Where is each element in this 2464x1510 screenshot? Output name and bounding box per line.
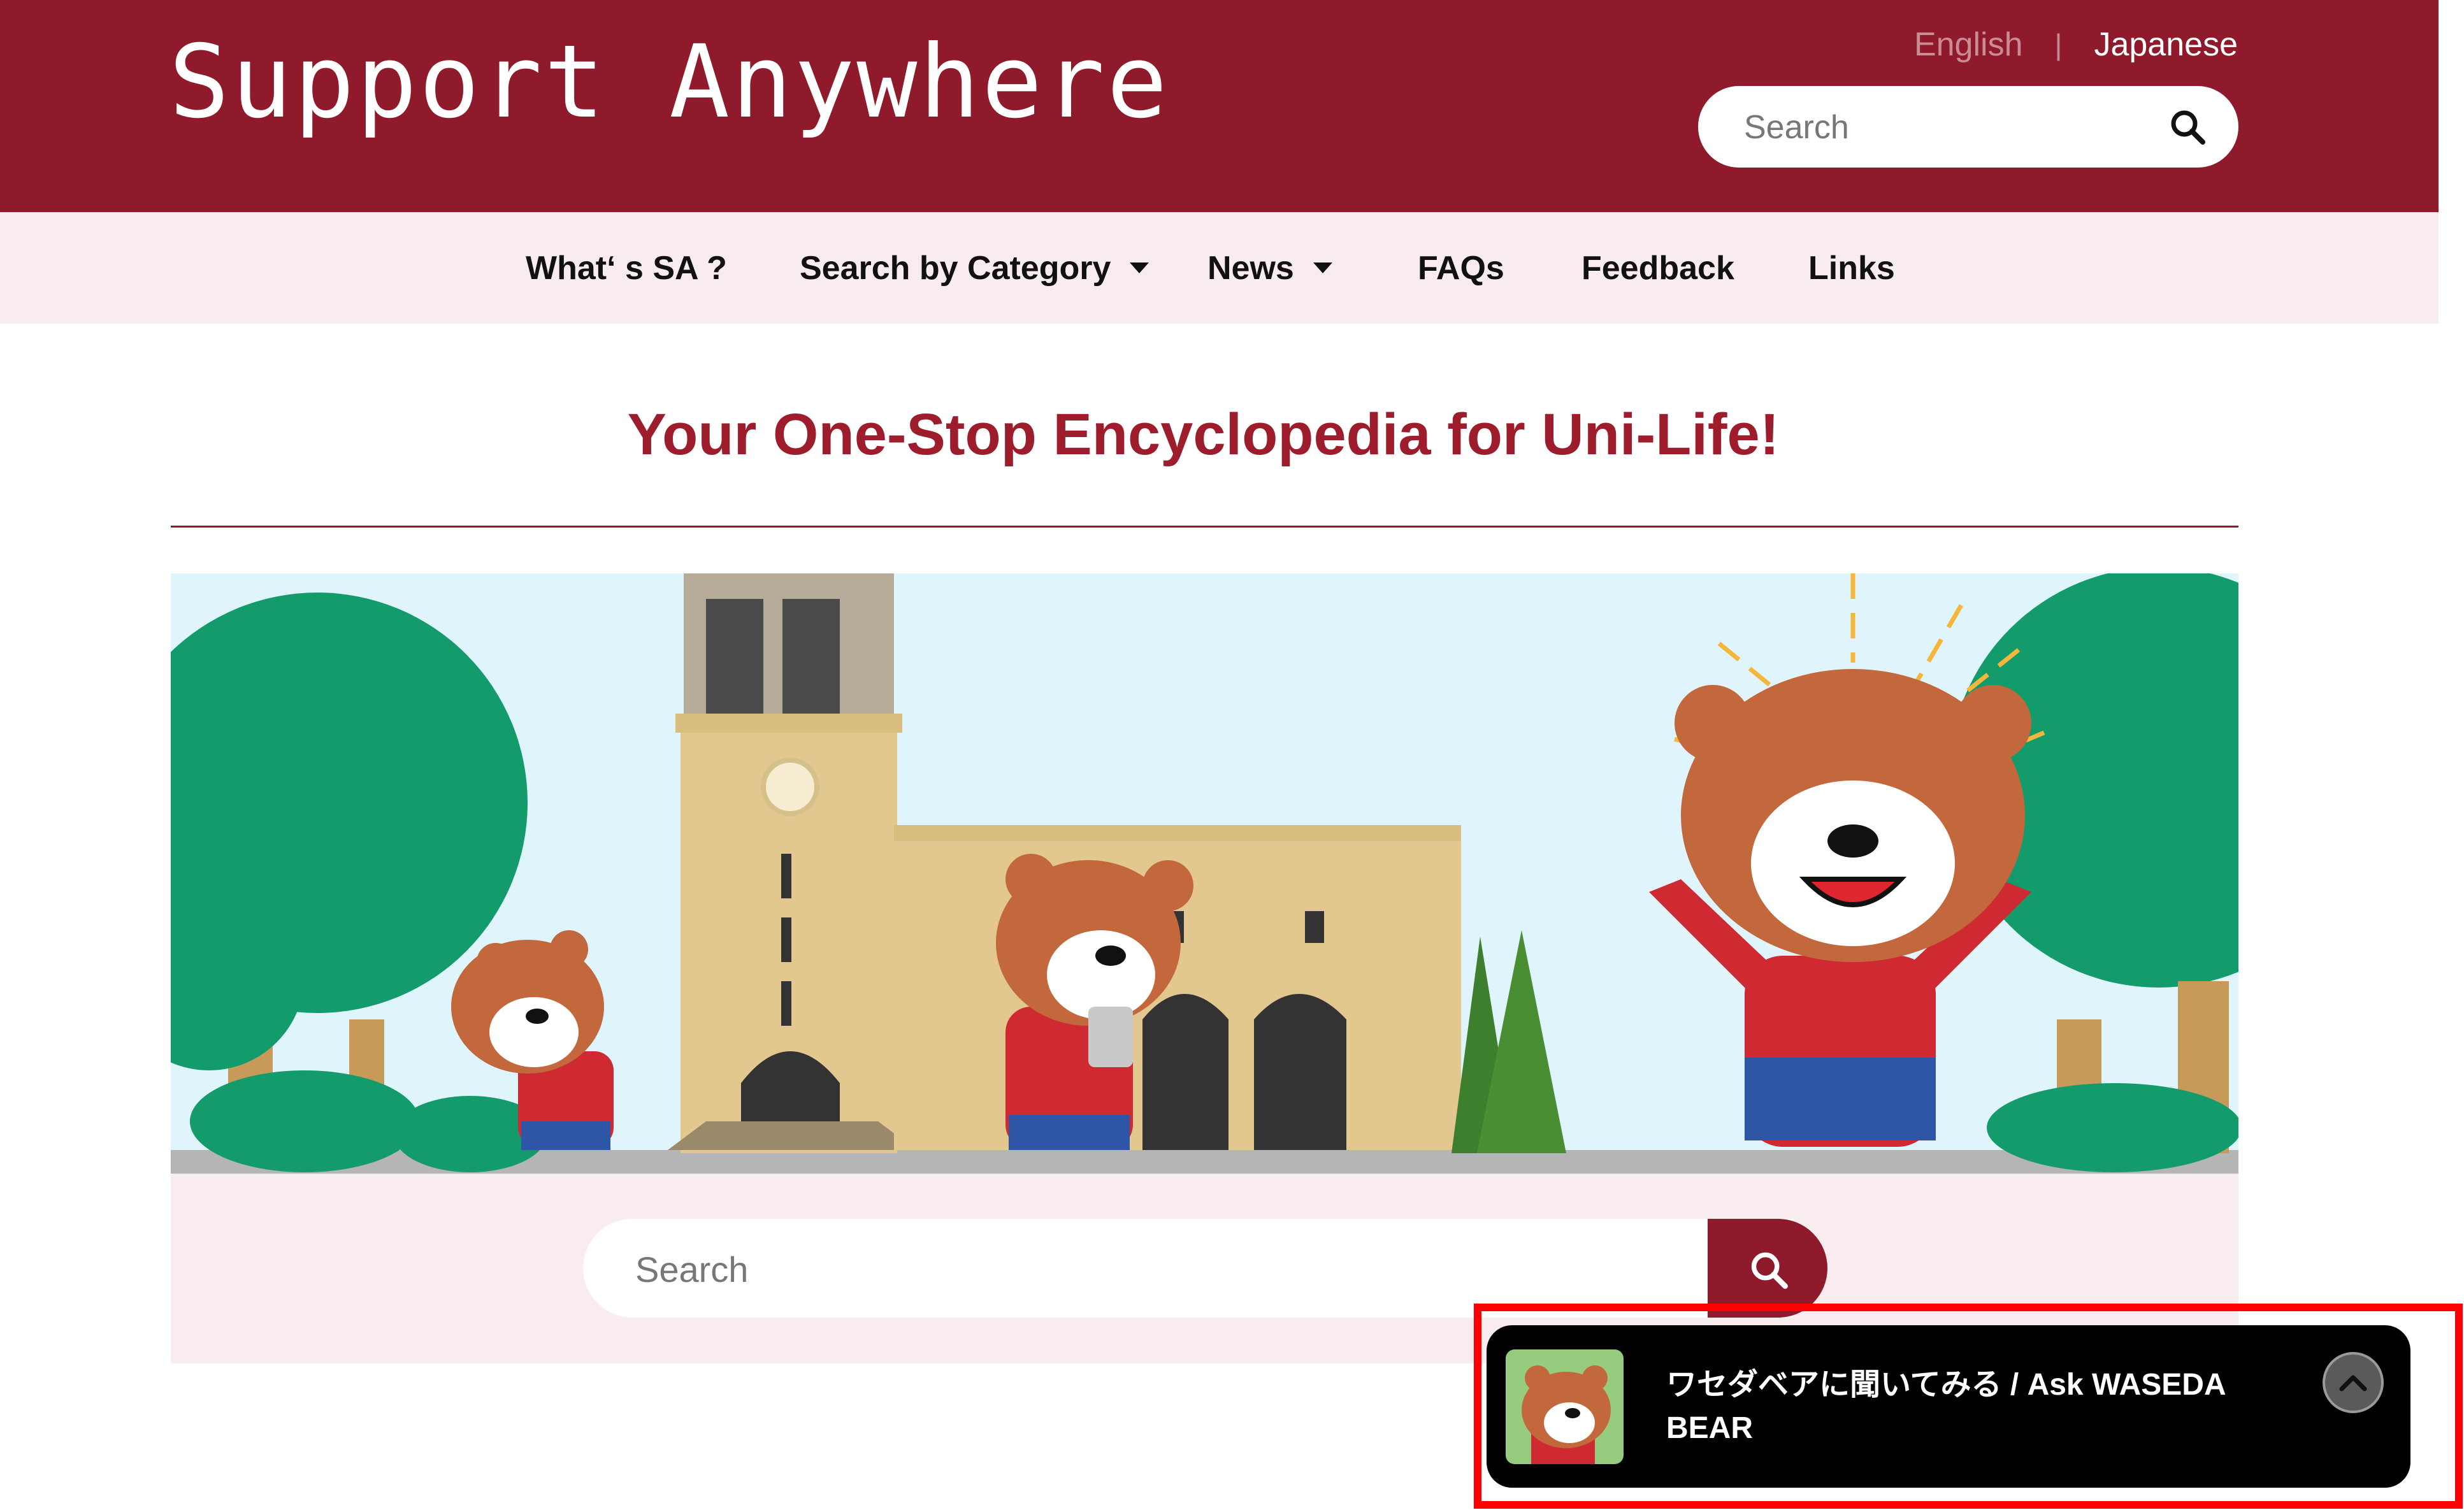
language-switcher: English | Japanese — [1914, 25, 2238, 64]
bear-avatar-icon — [1506, 1349, 1624, 1464]
divider — [171, 526, 2238, 528]
nav-item-label: Feedback — [1581, 250, 1734, 287]
main-search-box — [583, 1219, 1794, 1318]
lang-english-link[interactable]: English — [1914, 25, 2023, 64]
chat-label-line2: BEAR — [1666, 1411, 1754, 1445]
caret-down-icon — [1130, 262, 1149, 273]
main-search-input[interactable] — [634, 1244, 1720, 1294]
nav-item-label: News — [1207, 250, 1294, 287]
nav-item-whats-sa[interactable]: What‘ s SA ? — [526, 249, 727, 287]
site-logo[interactable]: Support Anywhere — [169, 32, 1169, 133]
campus-bears-illustration — [171, 573, 2238, 1174]
nav-item-feedback[interactable]: Feedback — [1581, 249, 1734, 287]
hero-banner — [171, 573, 2238, 1174]
header-search-input[interactable] — [1743, 104, 2159, 151]
nav-item-news[interactable]: News — [1207, 249, 1332, 287]
chat-widget-label: ワセダベアに聞いてみる / Ask WASEDA BEAR — [1666, 1363, 2303, 1450]
lang-japanese-link[interactable]: Japanese — [2094, 25, 2238, 64]
nav-item-label: What‘ s SA ? — [526, 250, 727, 287]
nav-item-label: Search by Category — [800, 250, 1111, 287]
nav-item-faqs[interactable]: FAQs — [1418, 249, 1504, 287]
header-search-box — [1698, 86, 2238, 168]
nav-item-label: FAQs — [1418, 250, 1504, 287]
search-icon — [1751, 1252, 1788, 1289]
chevron-up-icon[interactable] — [2323, 1352, 2384, 1413]
page-tagline: Your One-Stop Encyclopedia for Uni-Life! — [627, 402, 1780, 467]
nav-item-links[interactable]: Links — [1808, 249, 1895, 287]
nav-item-label: Links — [1808, 250, 1895, 287]
main-navigation: What‘ s SA ? Search by Category News FAQ… — [0, 212, 2439, 324]
search-icon[interactable] — [2168, 108, 2207, 146]
lang-separator: | — [2054, 28, 2063, 61]
ask-waseda-bear-widget[interactable]: ワセダベアに聞いてみる / Ask WASEDA BEAR — [1487, 1325, 2410, 1488]
caret-down-icon — [1313, 262, 1332, 273]
nav-item-search-by-category[interactable]: Search by Category — [800, 249, 1149, 287]
chat-label-line1: ワセダベアに聞いてみる / Ask WASEDA — [1666, 1368, 2226, 1402]
main-search-button[interactable] — [1708, 1219, 1827, 1318]
